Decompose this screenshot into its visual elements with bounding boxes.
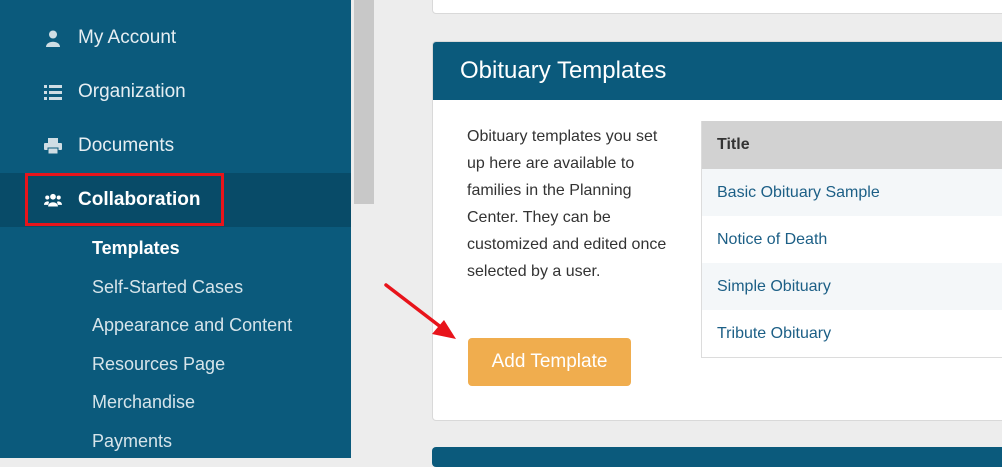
table-header-title: Title [702, 121, 1002, 169]
user-icon [44, 29, 62, 47]
card-title: Obituary Templates [433, 42, 1002, 100]
subnav-item-templates[interactable]: Templates [92, 236, 292, 275]
sidebar: My Account Organization Documents Collab… [0, 0, 351, 458]
card-description: Obituary templates you set up here are a… [467, 123, 667, 285]
previous-card [432, 0, 1002, 14]
sidebar-item-documents[interactable]: Documents [0, 119, 351, 173]
templates-table: Title Basic Obituary Sample Notice of De… [701, 121, 1002, 358]
table-row[interactable]: Tribute Obituary [702, 310, 1002, 357]
subnav-item-resources-page[interactable]: Resources Page [92, 352, 292, 391]
subnav: Templates Self-Started Cases Appearance … [92, 236, 292, 467]
subnav-item-self-started-cases[interactable]: Self-Started Cases [92, 275, 292, 314]
subnav-item-payments[interactable]: Payments [92, 429, 292, 467]
users-icon [44, 191, 62, 209]
table-row[interactable]: Basic Obituary Sample [702, 169, 1002, 216]
sidebar-item-organization[interactable]: Organization [0, 65, 351, 119]
sidebar-item-label: Organization [78, 81, 186, 103]
sidebar-item-label: Collaboration [78, 189, 200, 211]
obituary-templates-card: Obituary Templates Obituary templates yo… [432, 41, 1002, 421]
subnav-item-appearance-and-content[interactable]: Appearance and Content [92, 313, 292, 352]
table-row[interactable]: Simple Obituary [702, 263, 1002, 310]
printer-icon [44, 137, 62, 155]
subnav-item-merchandise[interactable]: Merchandise [92, 390, 292, 429]
sidebar-item-my-account[interactable]: My Account [0, 11, 351, 65]
table-row[interactable]: Notice of Death [702, 216, 1002, 263]
sidebar-item-label: My Account [78, 27, 176, 49]
red-arrow-annotation [380, 278, 460, 343]
add-template-button[interactable]: Add Template [468, 338, 631, 386]
next-card [432, 447, 1002, 467]
scrollbar-thumb[interactable] [354, 0, 374, 204]
list-icon [44, 83, 62, 101]
sidebar-item-collaboration[interactable]: Collaboration [0, 173, 351, 227]
sidebar-item-label: Documents [78, 135, 174, 157]
